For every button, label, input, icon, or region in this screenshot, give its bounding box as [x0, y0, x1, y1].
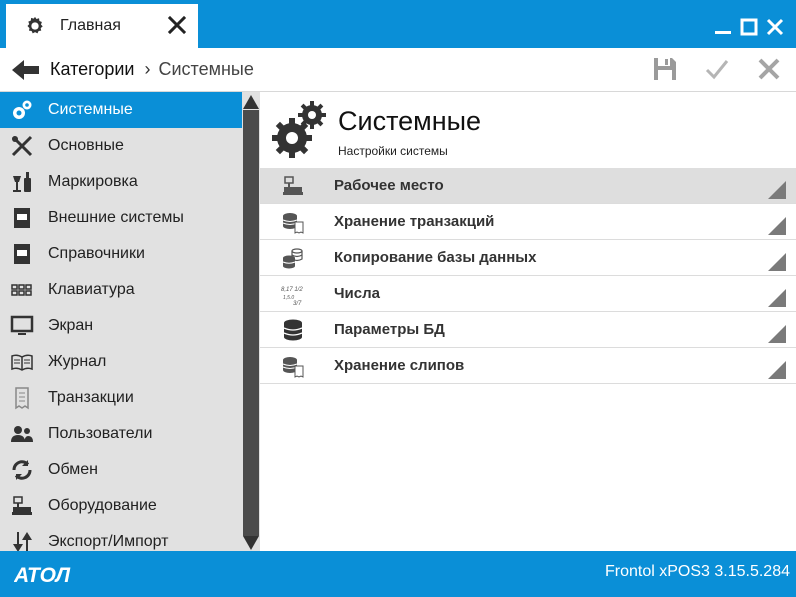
back-arrow-icon[interactable]	[12, 59, 40, 81]
receipt-icon	[9, 385, 35, 411]
sidebar-item-export-import[interactable]: Экспорт/Импорт	[0, 524, 242, 551]
numbers-icon-text: 8,17 1/2	[281, 287, 303, 293]
open-book-icon	[9, 349, 35, 375]
sidebar-item-system[interactable]: Системные	[0, 92, 242, 128]
cash-register-icon	[9, 493, 35, 519]
expand-corner-icon	[768, 181, 786, 199]
breadcrumb: Категории › Системные	[0, 48, 796, 92]
tools-icon	[9, 133, 35, 159]
gears-icon	[9, 97, 35, 123]
close-icon[interactable]	[756, 56, 782, 82]
setting-row-transaction-storage[interactable]: Хранение транзакций	[260, 204, 796, 240]
settings-list: Рабочее место Хранение транзакций Копиро…	[260, 168, 796, 384]
tab-close-icon[interactable]	[166, 14, 188, 36]
main-header: Системные Настройки системы	[260, 92, 796, 168]
sidebar-item-label: Пользователи	[48, 425, 153, 442]
sidebar-item-label: Обмен	[48, 461, 98, 478]
setting-row-label: Числа	[334, 285, 380, 302]
database-receipt-icon	[280, 209, 306, 235]
check-icon[interactable]	[704, 56, 730, 82]
setting-row-database-copy[interactable]: Копирование базы данных	[260, 240, 796, 276]
minimize-icon[interactable]	[714, 18, 732, 36]
numbers-icon: 8,17 1/2 1,5.0 3/7	[280, 281, 306, 307]
cash-register-icon	[280, 173, 306, 199]
sidebar-item-label: Клавиатура	[48, 281, 135, 298]
expand-corner-icon	[768, 253, 786, 271]
monitor-icon	[9, 313, 35, 339]
sidebar-item-label: Экспорт/Импорт	[48, 533, 169, 550]
setting-row-label: Хранение транзакций	[334, 213, 495, 230]
setting-row-slip-storage[interactable]: Хранение слипов	[260, 348, 796, 384]
version-label: Frontol xPOS3 3.15.5.284	[605, 563, 790, 580]
sidebar-list: Системные Основные Маркировка Внешние си…	[0, 92, 242, 551]
sidebar-item-directories[interactable]: Справочники	[0, 236, 242, 272]
tab-home-label: Главная	[60, 17, 121, 34]
sidebar-item-label: Справочники	[48, 245, 145, 262]
tab-home[interactable]: Главная	[6, 4, 198, 48]
breadcrumb-separator: ›	[144, 59, 151, 79]
book-icon	[9, 241, 35, 267]
expand-corner-icon	[768, 217, 786, 235]
sidebar-item-users[interactable]: Пользователи	[0, 416, 242, 452]
sidebar-item-label: Оборудование	[48, 497, 157, 514]
users-icon	[9, 421, 35, 447]
scroll-down-arrow-icon[interactable]	[242, 535, 260, 551]
setting-row-label: Рабочее место	[334, 177, 444, 194]
maximize-icon[interactable]	[740, 18, 758, 36]
sidebar: Системные Основные Маркировка Внешние си…	[0, 92, 260, 551]
svg-text:3/7: 3/7	[293, 301, 302, 306]
setting-row-label: Хранение слипов	[334, 357, 465, 374]
scroll-up-arrow-icon[interactable]	[242, 94, 260, 110]
sidebar-item-main[interactable]: Основные	[0, 128, 242, 164]
sidebar-item-label: Основные	[48, 137, 124, 154]
expand-corner-icon	[768, 325, 786, 343]
sidebar-item-keyboard[interactable]: Клавиатура	[0, 272, 242, 308]
setting-row-label: Копирование базы данных	[334, 249, 537, 266]
atol-logo: АТОЛ	[14, 564, 71, 585]
setting-row-workplace[interactable]: Рабочее место	[260, 168, 796, 204]
breadcrumb-root[interactable]: Категории	[50, 59, 134, 80]
title-bar: Главная	[0, 0, 796, 48]
sync-icon	[9, 457, 35, 483]
sidebar-item-label: Маркировка	[48, 173, 138, 190]
sidebar-item-journal[interactable]: Журнал	[0, 344, 242, 380]
setting-row-numbers[interactable]: 8,17 1/2 1,5.0 3/7 Числа	[260, 276, 796, 312]
gear-icon	[27, 16, 43, 34]
page-title: Системные	[338, 106, 482, 136]
sidebar-item-external-systems[interactable]: Внешние системы	[0, 200, 242, 236]
sidebar-item-marking[interactable]: Маркировка	[0, 164, 242, 200]
sidebar-item-label: Экран	[48, 317, 94, 334]
database-receipt-icon	[280, 353, 306, 379]
logo-text: АТОЛ	[14, 564, 71, 585]
main-panel: Системные Настройки системы Рабочее мест…	[260, 92, 796, 551]
expand-corner-icon	[768, 289, 786, 307]
sidebar-item-screen[interactable]: Экран	[0, 308, 242, 344]
breadcrumb-current: Системные	[158, 59, 254, 79]
setting-row-db-parameters[interactable]: Параметры БД	[260, 312, 796, 348]
sidebar-scrollbar[interactable]	[242, 92, 260, 551]
status-bar: АТОЛ Frontol xPOS3 3.15.5.284	[0, 551, 796, 597]
toolbar-actions	[652, 56, 782, 82]
database-copy-icon	[280, 245, 306, 271]
expand-corner-icon	[768, 361, 786, 379]
bottle-glass-icon	[9, 169, 35, 195]
book-icon	[9, 205, 35, 231]
database-icon	[280, 317, 306, 343]
page-subtitle: Настройки системы	[338, 144, 448, 158]
gears-icon	[272, 101, 326, 158]
save-icon[interactable]	[652, 56, 678, 82]
arrows-updown-icon	[9, 529, 35, 551]
sidebar-item-label: Журнал	[48, 353, 107, 370]
keyboard-icon	[9, 277, 35, 303]
window-close-icon[interactable]	[766, 18, 784, 36]
window-controls	[714, 18, 784, 36]
sidebar-item-transactions[interactable]: Транзакции	[0, 380, 242, 416]
scroll-thumb[interactable]	[243, 110, 259, 536]
sidebar-item-label: Внешние системы	[48, 209, 184, 226]
setting-row-label: Параметры БД	[334, 321, 445, 338]
sidebar-item-label: Транзакции	[48, 389, 134, 406]
sidebar-item-label: Системные	[48, 101, 133, 118]
sidebar-item-equipment[interactable]: Оборудование	[0, 488, 242, 524]
sidebar-item-exchange[interactable]: Обмен	[0, 452, 242, 488]
